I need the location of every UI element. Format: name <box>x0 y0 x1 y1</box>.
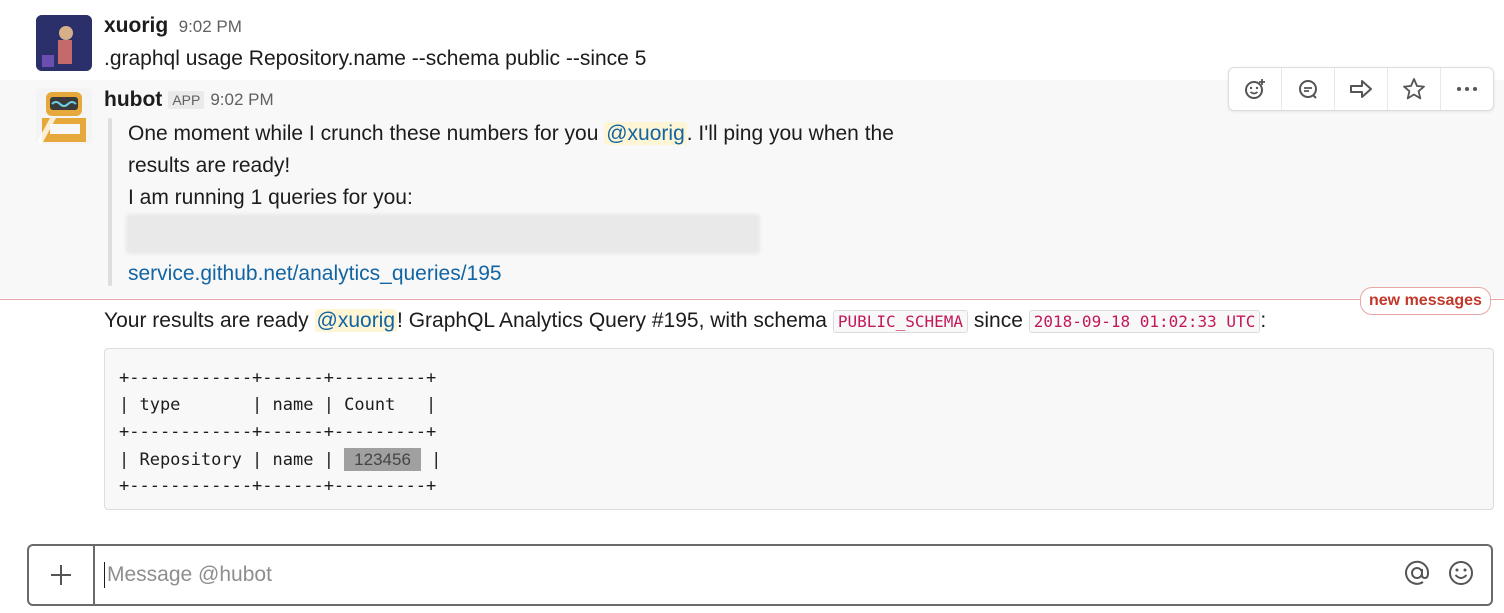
share-arrow-icon <box>1350 80 1372 98</box>
code-line: +------------+------+---------+ <box>119 368 437 388</box>
count-value: 123456 <box>344 448 421 471</box>
results-code-block: +------------+------+---------+ | type |… <box>104 348 1494 510</box>
message-actions-toolbar <box>1228 67 1494 111</box>
mention-button[interactable] <box>1403 559 1431 592</box>
redacted-query <box>126 214 760 254</box>
new-messages-label: new messages <box>1360 287 1491 315</box>
emoji-icon <box>1449 560 1473 585</box>
user-mention[interactable]: @xuorig <box>604 122 687 145</box>
code-line: | type | name | Count | <box>119 395 437 415</box>
plus-icon <box>51 565 71 585</box>
new-messages-divider <box>0 299 1504 300</box>
code-line: +------------+------+---------+ <box>119 422 437 442</box>
share-button[interactable] <box>1335 68 1388 110</box>
avatar-xuorig[interactable] <box>36 15 92 71</box>
attachment-line-1: One moment while I crunch these numbers … <box>128 122 894 145</box>
emoji-button[interactable] <box>1447 559 1475 592</box>
message-composer <box>27 544 1493 606</box>
analytics-query-link[interactable]: service.github.net/analytics_queries/195 <box>128 258 502 290</box>
avatar-hubot[interactable] <box>36 88 92 144</box>
user-mention[interactable]: @xuorig <box>314 309 398 332</box>
timestamp[interactable]: 9:02 PM <box>210 90 273 110</box>
start-thread-button[interactable] <box>1282 68 1335 110</box>
star-icon <box>1403 78 1425 100</box>
more-actions-button[interactable] <box>1441 68 1493 110</box>
username[interactable]: hubot <box>104 88 162 112</box>
since-code: 2018-09-18 01:02:33 UTC <box>1028 310 1261 333</box>
attachment-line-3: I am running 1 queries for you: <box>128 186 413 209</box>
username[interactable]: xuorig <box>104 14 168 37</box>
thread-icon <box>1299 80 1317 99</box>
save-button[interactable] <box>1388 68 1441 110</box>
add-reaction-button[interactable] <box>1229 68 1282 110</box>
attachment-bar <box>108 118 112 286</box>
schema-code: PUBLIC_SCHEMA <box>832 310 969 333</box>
text-cursor <box>104 562 105 588</box>
message-input[interactable] <box>95 545 1403 605</box>
code-line: +------------+------+---------+ <box>119 476 437 496</box>
app-badge: APP <box>168 91 205 109</box>
timestamp[interactable]: 9:02 PM <box>179 17 242 36</box>
code-line-result: | Repository | name | 123456 | <box>119 448 442 471</box>
more-icon <box>1457 87 1477 91</box>
message-text: .graphql usage Repository.name --schema … <box>104 47 647 70</box>
results-message: Your results are ready @xuorig! GraphQL … <box>104 309 1267 333</box>
at-sign-icon <box>1405 560 1430 585</box>
attach-button[interactable] <box>29 546 95 604</box>
add-reaction-icon <box>1245 79 1265 99</box>
attachment-line-2: results are ready! <box>128 154 291 177</box>
